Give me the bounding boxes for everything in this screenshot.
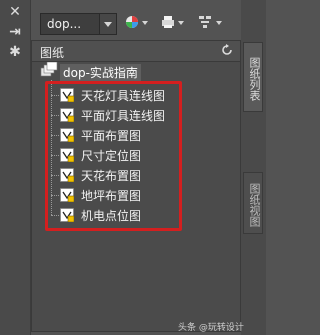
sheet-set-icon	[40, 62, 58, 77]
color-wheel-icon[interactable]	[125, 15, 139, 29]
plot-icon[interactable]	[161, 15, 175, 29]
chevron-down-icon[interactable]	[99, 14, 116, 34]
refresh-icon[interactable]	[221, 44, 233, 56]
watermark: 头条 @玩转设计	[178, 323, 244, 333]
chevron-down-icon[interactable]	[178, 21, 184, 25]
tab-sheet-views[interactable]: 图纸视图	[243, 172, 263, 234]
settings-icon[interactable]: ✱	[6, 44, 24, 60]
panel-header: 图纸	[32, 41, 240, 62]
chevron-down-icon[interactable]	[216, 21, 222, 25]
close-icon[interactable]: ✕	[6, 4, 24, 20]
layout-icon[interactable]	[198, 15, 212, 29]
title-strip: ✕ ⇥ ✱	[0, 0, 31, 335]
tab-sheet-list[interactable]: 图纸列表	[243, 42, 263, 112]
chevron-down-icon[interactable]	[142, 21, 148, 25]
tree-root-label[interactable]: dop-实战指南	[60, 64, 141, 81]
sheet-set-combo[interactable]: dop...	[40, 13, 117, 35]
panel-title: 图纸	[40, 46, 65, 60]
highlight-box	[45, 81, 182, 231]
sheet-set-value: dop...	[47, 17, 82, 31]
pin-icon[interactable]: ⇥	[6, 24, 24, 40]
